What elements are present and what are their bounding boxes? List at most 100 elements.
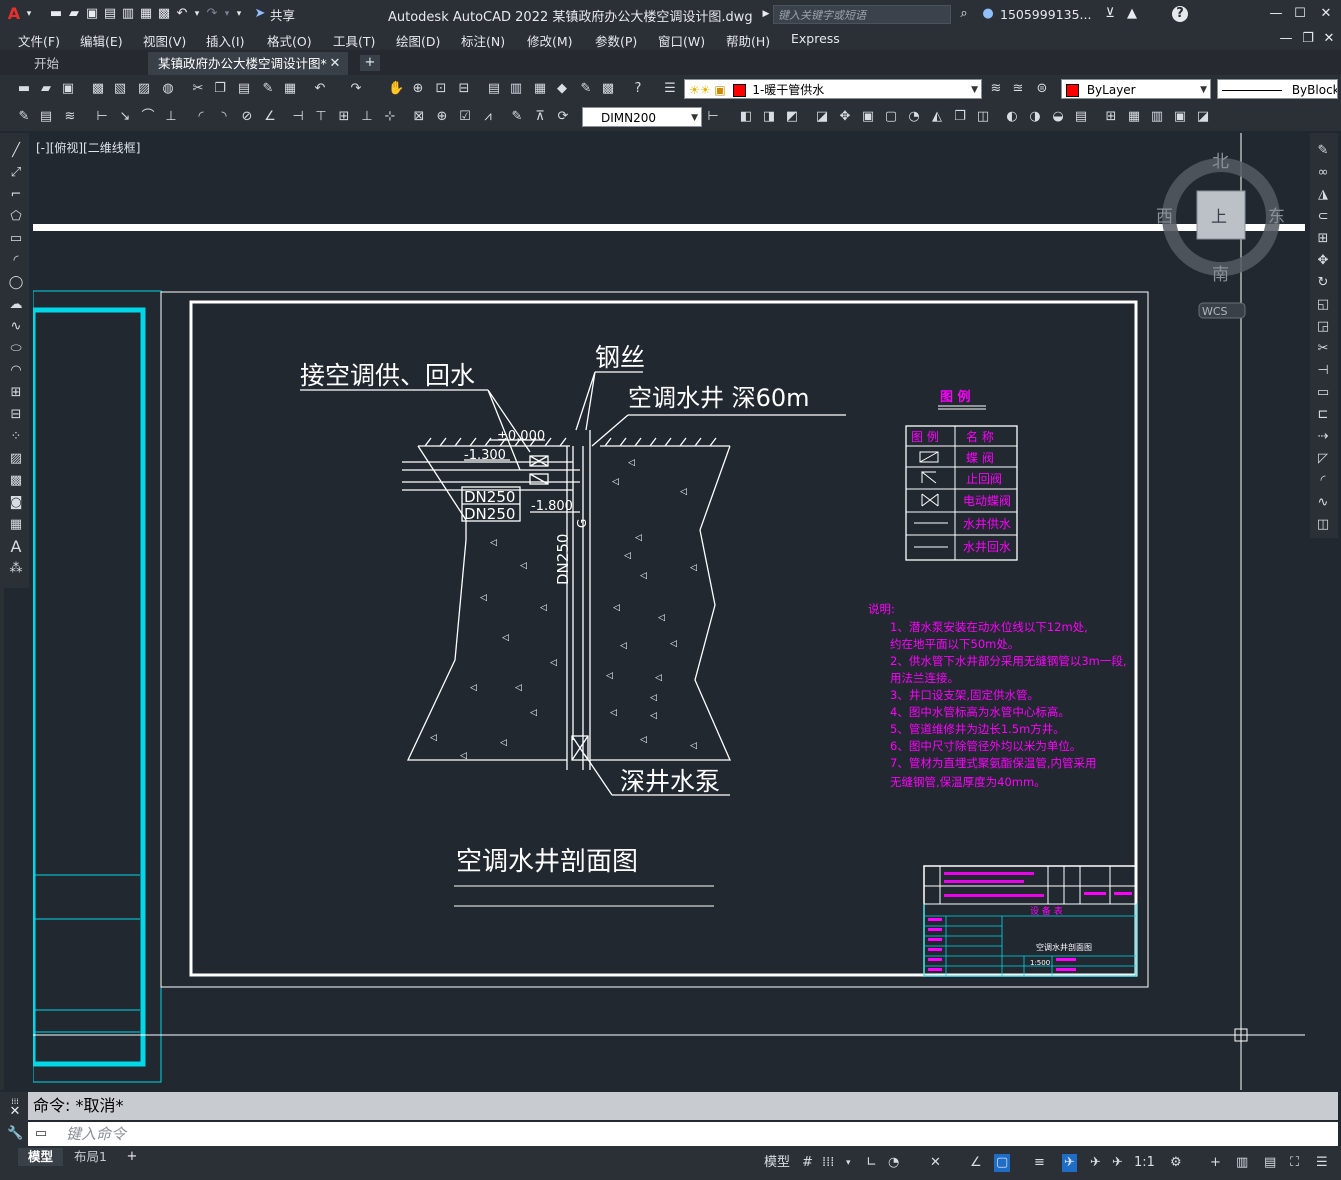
autocad-logo-icon[interactable]: A [6,6,22,22]
share-icon[interactable]: ➤ [252,6,268,22]
draw-order-icon[interactable]: ✎ [16,109,32,125]
union-icon[interactable]: ◧ [738,109,754,125]
spline-icon[interactable]: ∿ [8,319,24,335]
taper-faces-icon[interactable]: ◭ [929,109,945,125]
close-command-line-icon[interactable]: ✕ [7,1104,23,1120]
menu-modify[interactable]: 修改(M) [527,31,573,50]
polygon-icon[interactable]: ⬠ [8,209,24,225]
customize-qat-icon[interactable]: ▾ [234,6,244,22]
menu-view[interactable]: 视图(V) [143,31,186,50]
clean-screen-icon[interactable]: ⛶ [1290,1154,1299,1172]
join-icon[interactable]: ⇢ [1315,429,1331,445]
redo-icon[interactable]: ↷ [204,6,220,22]
mirror-icon[interactable]: ◮ [1315,187,1331,203]
properties-icon[interactable]: ▤ [486,81,502,97]
arc-icon[interactable]: ◜ [8,253,24,269]
extend-icon[interactable]: ⊣ [1315,363,1331,379]
break-icon[interactable]: ⊏ [1315,407,1331,423]
annotation-scale-icon[interactable]: ✈ [1112,1154,1123,1172]
hatch-icon[interactable]: ▨ [8,451,24,467]
object-snap-tracking-icon[interactable]: ∠ [970,1154,982,1172]
rectangle-icon[interactable]: ▭ [8,231,24,247]
close-tab-icon[interactable]: ✕ [327,56,343,72]
design-center-icon[interactable]: ▥ [508,81,524,97]
insert-block-icon[interactable]: ⊞ [8,385,24,401]
doc-close-icon[interactable]: ✕ [1321,31,1337,47]
redo-toolbar-icon[interactable]: ↷ [348,81,364,97]
help-toolbar-icon[interactable]: ? [630,81,646,97]
solid-edit-icon[interactable]: ▣ [1172,109,1188,125]
sheet-set-icon[interactable]: ◆ [554,81,570,97]
copy-edges-icon[interactable]: ◐ [1004,109,1020,125]
annotation-monitor-icon[interactable]: + [1210,1154,1221,1172]
search-input[interactable]: 键入关键字或短语 [773,5,951,24]
search-icon[interactable]: ⌕ [956,6,972,22]
menu-parametric[interactable]: 参数(P) [595,31,637,50]
user-name[interactable]: 1505999135... [1000,7,1091,22]
model-space-button[interactable]: 模型 [764,1154,790,1172]
annotation-visibility-icon[interactable]: ✈ [1062,1154,1077,1172]
copy-icon[interactable]: ❐ [212,81,228,97]
offset-icon[interactable]: ⊂ [1315,209,1331,225]
new-file-icon[interactable]: ▬ [48,6,64,22]
block-editor-icon[interactable]: ▦ [282,81,298,97]
baseline-dimension-icon[interactable]: ⊤ [313,109,329,125]
construction-line-icon[interactable]: ⤢ [8,165,24,181]
menu-file[interactable]: 文件(F) [18,31,60,50]
copy-object-icon[interactable]: ∞ [1315,165,1331,181]
dimension-break-icon[interactable]: ⊹ [382,109,398,125]
tolerance-icon[interactable]: ⊠ [411,109,427,125]
ellipse-arc-icon[interactable]: ◠ [8,363,24,379]
arc-length-icon[interactable]: ⌒ [140,109,156,125]
drawing-canvas[interactable]: ◁◁◁ ◁◁◁ ◁ ◁◁ ◁◁◁ ◁◁◁ ◁◁◁ ◁◁◁ ◁ ◁◁ ◁◁◁ ◁◁◁ … [33,133,1305,1090]
markup-icon[interactable]: ✎ [578,81,594,97]
delete-faces-icon[interactable]: ▢ [883,109,899,125]
polyline-icon[interactable]: ⌐ [8,187,24,203]
dimension-text-edit-icon[interactable]: ⊼ [532,109,548,125]
extrude-faces-icon[interactable]: ◪ [814,109,830,125]
stretch-icon[interactable]: ◲ [1315,319,1331,335]
clean-icon[interactable]: ▤ [1073,109,1089,125]
aligned-dimension-icon[interactable]: ↘ [117,109,133,125]
pan-icon[interactable]: ✋ [388,81,404,97]
cut-icon[interactable]: ✂ [190,81,206,97]
tab-active-drawing[interactable]: 某镇政府办公大楼空调设计图* [148,52,348,75]
help-icon[interactable]: ? [1172,6,1188,22]
autodesk-app-icon[interactable]: ▲ [1124,6,1140,22]
multiline-text-icon[interactable]: A [8,539,24,555]
tab-model[interactable]: 模型 [18,1148,64,1166]
undo-toolbar-icon[interactable]: ↶ [312,81,328,97]
redo-dropdown-icon[interactable]: ▾ [222,6,232,22]
layer-tools-icon[interactable]: ≋ [62,109,78,125]
color-dropdown[interactable]: ByLayer ▼ [1061,79,1211,99]
ellipse-icon[interactable]: ⬭ [8,341,24,357]
linetype-dropdown[interactable]: ByBlock [1217,79,1338,99]
line-icon[interactable]: ╱ [8,143,24,159]
tool-palettes-icon[interactable]: ▦ [532,81,548,97]
grid-icon[interactable]: # [802,1154,813,1172]
maximize-window-icon[interactable]: ☐ [1292,6,1308,22]
add-selected-icon[interactable]: ⁂ [8,561,24,577]
user-icon[interactable]: ● [980,6,996,22]
offset-faces-icon[interactable]: ▣ [860,109,876,125]
table-icon[interactable]: ▦ [8,517,24,533]
open-web-icon[interactable]: ▥ [120,6,136,22]
qnew-icon[interactable]: ▬ [16,81,32,97]
move-icon[interactable]: ✥ [1315,253,1331,269]
save-web-icon[interactable]: ▦ [138,6,154,22]
tab-start[interactable]: 开始 [24,52,69,75]
gradient-icon[interactable]: ▩ [8,473,24,489]
fillet-icon[interactable]: ◜ [1315,473,1331,489]
scale-icon[interactable]: ◱ [1315,297,1331,313]
plot-icon[interactable]: ▩ [156,6,172,22]
make-block-icon[interactable]: ⊟ [8,407,24,423]
doc-minimize-icon[interactable]: — [1278,31,1294,47]
new-layout-icon[interactable]: + [124,1149,140,1165]
break-at-point-icon[interactable]: ▭ [1315,385,1331,401]
check-icon[interactable]: ▥ [1149,109,1165,125]
doc-restore-icon[interactable]: ❐ [1300,31,1316,47]
open-icon[interactable]: ▰ [38,81,54,97]
save-as-icon[interactable]: ▤ [102,6,118,22]
publish-icon[interactable]: ▨ [136,81,152,97]
customize-command-icon[interactable]: 🔧 [7,1126,23,1142]
